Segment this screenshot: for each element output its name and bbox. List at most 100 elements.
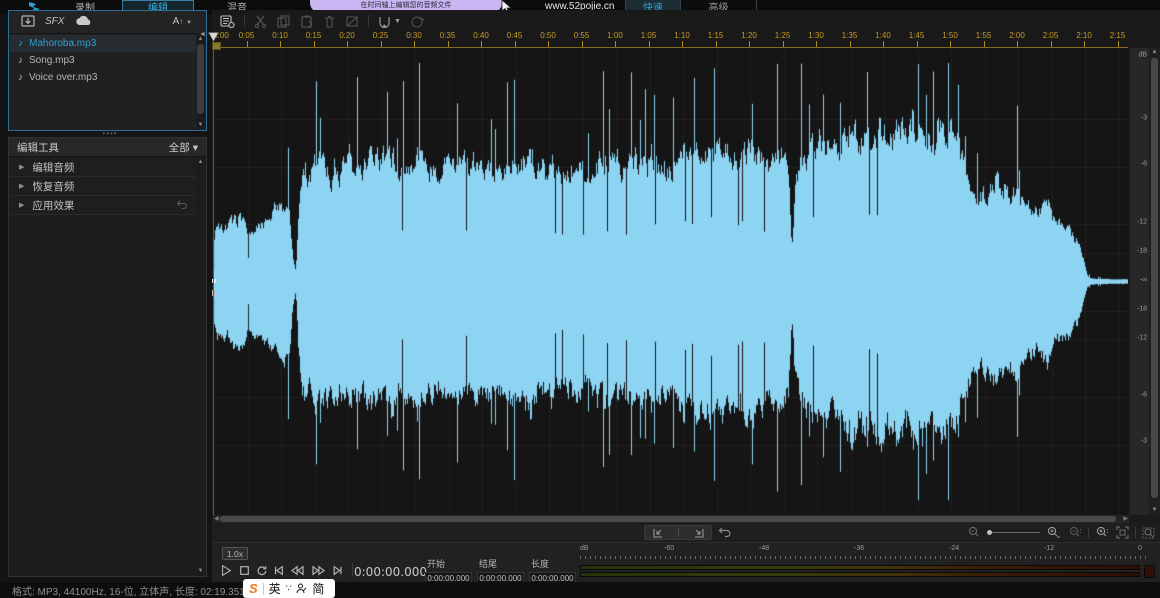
marker-icon[interactable]: ▼ xyxy=(378,15,401,28)
ruler-label: 1:55 xyxy=(976,31,992,40)
ime-user-icon[interactable] xyxy=(296,583,307,594)
copy-icon[interactable] xyxy=(277,15,291,28)
tools-scrollbar[interactable]: ▲ ▼ xyxy=(196,158,205,576)
import-media-icon[interactable] xyxy=(21,14,37,28)
sfx-button[interactable]: SFX xyxy=(45,16,64,27)
sort-button[interactable]: A↑ ▼ xyxy=(173,16,192,27)
db-scale-label: -3 xyxy=(1141,115,1147,122)
tool-section-label: 恢复音频 xyxy=(32,179,74,194)
end-field: 结尾 0:00:00.000 xyxy=(477,557,524,584)
ime-simplified[interactable]: 简 xyxy=(312,580,324,597)
mark-out-icon[interactable] xyxy=(692,527,705,539)
ruler-tick xyxy=(1017,41,1018,47)
paste-icon[interactable] xyxy=(300,15,314,28)
ruler-label: 1:50 xyxy=(942,31,958,40)
ruler-tick xyxy=(515,41,516,47)
time-display: 0:00:00.000 xyxy=(354,565,427,579)
show-list-icon[interactable] xyxy=(220,15,235,28)
stop-button[interactable] xyxy=(239,565,250,576)
ruler-tick xyxy=(582,41,583,47)
transport-buttons xyxy=(220,563,353,577)
cut-icon[interactable] xyxy=(254,15,268,28)
vertical-scrollbar[interactable]: ▲ ▼ xyxy=(1149,48,1160,515)
zoom-in-h-icon[interactable] xyxy=(1046,526,1062,539)
edit-tools-title: 编辑工具 xyxy=(17,140,59,155)
ruler-tick xyxy=(448,41,449,47)
cloud-icon[interactable] xyxy=(75,15,93,26)
tool-section-2[interactable]: ▶应用效果 xyxy=(10,196,196,215)
end-label: 结尾 xyxy=(479,557,524,570)
level-meter: dB-60-48-36-24-120 xyxy=(578,545,1157,581)
library-scrollbar[interactable]: ▲ ▼ xyxy=(196,35,205,130)
ruler-label: 2:10 xyxy=(1076,31,1092,40)
horizontal-scrollbar[interactable]: ◀ ▶ xyxy=(213,515,1129,523)
ime-toolbar[interactable]: S 英 ∵ 简 xyxy=(243,579,335,598)
music-note-icon: ♪ xyxy=(18,38,23,49)
ruler-tick xyxy=(649,41,650,47)
trim-icon[interactable] xyxy=(345,15,359,28)
ruler-label: 1:35 xyxy=(842,31,858,40)
meter-scale-label: -60 xyxy=(664,545,674,552)
ruler-label: 1:05 xyxy=(641,31,657,40)
tool-section-label: 编辑音频 xyxy=(32,160,74,175)
delete-icon[interactable] xyxy=(323,15,336,28)
ime-punct-icon[interactable]: ∵ xyxy=(286,583,292,594)
tools-filter-dropdown[interactable]: 全部 ▾ xyxy=(169,140,198,155)
ruler-label: 1:45 xyxy=(909,31,925,40)
meter-scale-label: -12 xyxy=(1044,545,1054,552)
go-to-end-button[interactable] xyxy=(332,565,344,576)
sfx-apply-icon[interactable] xyxy=(410,15,426,28)
music-note-icon: ♪ xyxy=(18,55,23,66)
ruler-label: 0:30 xyxy=(406,31,422,40)
ruler-label: 0:45 xyxy=(507,31,523,40)
file-name: Voice over.mp3 xyxy=(29,72,97,83)
waveform-canvas[interactable] xyxy=(213,48,1128,515)
library-toolbar: SFX A↑ ▼ xyxy=(9,11,206,34)
zoom-in-v-icon[interactable] xyxy=(1095,526,1110,539)
ruler-label: 0:55 xyxy=(574,31,590,40)
tool-section-0[interactable]: ▶编辑音频 xyxy=(10,158,196,177)
timeline-ruler[interactable]: 0:000:050:100:150:200:250:300:350:400:45… xyxy=(212,30,1128,48)
ime-logo[interactable]: S xyxy=(249,581,258,596)
zoom-slider[interactable] xyxy=(987,530,1040,535)
tool-section-1[interactable]: ▶恢复音频 xyxy=(10,177,196,196)
playhead[interactable] xyxy=(213,33,214,515)
play-button[interactable] xyxy=(220,564,233,577)
fast-forward-button[interactable] xyxy=(311,565,326,576)
tool-items: ▶编辑音频▶恢复音频▶应用效果 xyxy=(10,158,196,215)
ruler-tick xyxy=(883,41,884,47)
mark-in-icon[interactable] xyxy=(652,527,665,539)
zoom-selection-icon[interactable] xyxy=(1142,526,1156,539)
go-to-start-button[interactable] xyxy=(273,565,284,576)
file-item[interactable]: ♪ Voice over.mp3 xyxy=(10,69,196,86)
ruler-label: 1:20 xyxy=(741,31,757,40)
ruler-label: 0:20 xyxy=(339,31,355,40)
ruler-label: 1:40 xyxy=(875,31,891,40)
ruler-label: 0:10 xyxy=(272,31,288,40)
ruler-tick xyxy=(950,41,951,47)
meter-scale-label: -48 xyxy=(759,545,769,552)
playhead-grip[interactable] xyxy=(212,42,221,50)
rewind-button[interactable] xyxy=(290,565,305,576)
reset-effects-icon[interactable] xyxy=(176,200,188,210)
transport-bar: 1.0x 0:00:00.000 开始 0:00:00.000 结尾 0:00:… xyxy=(212,542,1160,582)
length-field: 长度 0:00:00.000 xyxy=(529,557,576,584)
file-item[interactable]: ♪ Song.mp3 xyxy=(10,52,196,69)
ruler-tick xyxy=(716,41,717,47)
fit-view-icon[interactable] xyxy=(1116,526,1129,539)
undo-icon[interactable] xyxy=(718,526,732,538)
playback-speed-chip[interactable]: 1.0x xyxy=(222,547,248,560)
db-scale-label: -12 xyxy=(1137,219,1147,226)
ime-lang[interactable]: 英 xyxy=(269,580,281,597)
ruler-label: 1:10 xyxy=(674,31,690,40)
playhead-marker[interactable] xyxy=(208,32,219,42)
zoom-out-v-icon[interactable] xyxy=(1068,526,1082,539)
zoom-out-h-icon[interactable] xyxy=(967,526,981,539)
start-field: 开始 0:00:00.000 xyxy=(425,557,472,584)
loop-button[interactable] xyxy=(256,565,267,576)
file-name: Song.mp3 xyxy=(29,55,75,66)
file-item[interactable]: ♪Mahoroba.mp3 xyxy=(10,35,196,52)
music-note-icon: ♪ xyxy=(18,72,23,83)
tool-section-label: 应用效果 xyxy=(32,198,74,213)
collapse-panel-icon[interactable]: ◄ xyxy=(199,31,206,38)
